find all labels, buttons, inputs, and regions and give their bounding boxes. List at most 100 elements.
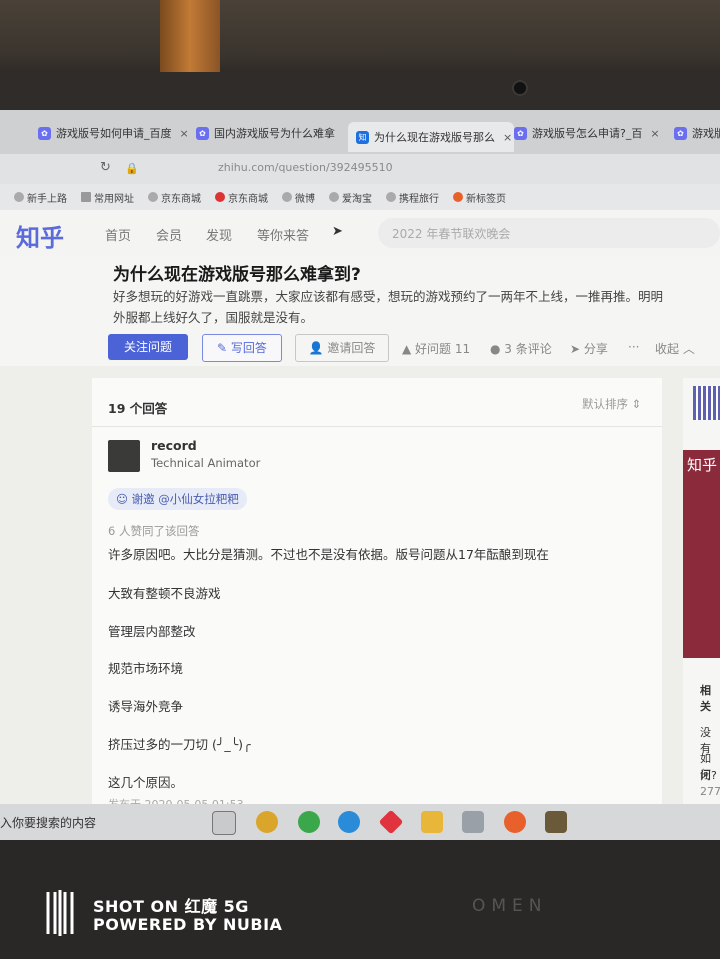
windows-taskbar: 入你要搜索的内容 (0, 804, 720, 840)
bookmark-item[interactable]: 京东商城 (215, 190, 268, 205)
lock-icon: 🔒 (125, 162, 139, 175)
browser-tab[interactable]: ✿ 游戏版号如何申请_百度 × (38, 120, 188, 146)
upvote-count: 6 人赞同了该回答 (108, 524, 200, 538)
bookmark-item[interactable]: 携程旅行 (386, 190, 439, 205)
minecraft-icon[interactable] (545, 811, 567, 833)
globe-icon (329, 192, 339, 202)
qr-code-icon (693, 386, 720, 420)
banner-text: 知乎 (687, 456, 718, 474)
bookmark-label: 携程旅行 (399, 193, 439, 205)
nav-home[interactable]: 首页 (105, 225, 131, 244)
tab-title: 为什么现在游戏版号那么 (374, 131, 495, 144)
browser-tab-active[interactable]: 知 为什么现在游戏版号那么 × (348, 122, 514, 152)
bookmarks-bar: 新手上路 常用网址 京东商城 京东商城 微博 爱淘宝 携程旅行 新标签页 (0, 184, 720, 210)
bookmark-label: 京东商城 (228, 193, 268, 205)
webcam (512, 80, 528, 96)
folder-icon[interactable] (421, 811, 443, 833)
related-question[interactable]: 闭? (700, 767, 717, 783)
sort-dropdown[interactable]: 默认排序 ⇕ (582, 396, 641, 412)
write-answer-label: 写回答 (230, 341, 267, 355)
close-icon[interactable]: × (180, 127, 189, 140)
nav-waiting-answers[interactable]: 等你来答 (257, 225, 309, 244)
search-placeholder: 2022 年春节联欢晚会 (392, 227, 511, 241)
answer-paragraph: 挤压过多的一刀切 (╯_╰)╭ (108, 737, 251, 752)
tab-title: 游戏版号怎么申请?_百 (532, 127, 643, 140)
bookmark-icon (14, 192, 24, 202)
room-background (0, 0, 720, 80)
wooden-post (160, 0, 220, 75)
browser-tab[interactable]: ✿ 国内游戏版号为什么难拿 × (196, 120, 344, 146)
write-answer-button[interactable]: ✎ 写回答 (202, 334, 282, 362)
share-button[interactable]: ➤ 分享 (570, 340, 608, 357)
answer-paragraph: 管理层内部整改 (108, 624, 196, 639)
close-icon[interactable]: × (503, 131, 512, 144)
baidu-icon: ✿ (196, 126, 209, 140)
sort-label: 默认排序 (582, 397, 628, 411)
bookmark-item[interactable]: 新手上路 (14, 190, 67, 205)
edge-icon[interactable] (338, 811, 360, 833)
browser-tab[interactable]: ✿ 游戏版号怎么申请?_百 × (514, 120, 664, 146)
address-url[interactable]: zhihu.com/question/392495510 (218, 161, 393, 174)
avatar[interactable] (108, 440, 140, 472)
bookmark-item[interactable]: 新标签页 (453, 190, 506, 205)
answer-paragraph: 大致有整顿不良游戏 (108, 586, 221, 601)
taskbar-search[interactable]: 入你要搜索的内容 (0, 814, 96, 831)
author-headline: Technical Animator (151, 456, 261, 470)
follow-question-button[interactable]: 关注问题 (108, 334, 188, 360)
collapse-label: 收起 (655, 342, 680, 356)
globe-icon (386, 192, 396, 202)
browser-tab[interactable]: ✿ 游戏版 (674, 120, 720, 146)
question-title: 为什么现在游戏版号那么难拿到? (113, 265, 361, 285)
related-heading: 相关 (700, 684, 711, 713)
robot-icon: ☺ (116, 492, 132, 506)
address-bar[interactable]: ↻ 🔒 zhihu.com/question/392495510 (0, 154, 720, 184)
photos-icon[interactable] (462, 811, 484, 833)
answers-card: 19 个回答 默认排序 ⇕ record Technical Animator … (92, 378, 662, 840)
bookmark-item[interactable]: 常用网址 (81, 190, 134, 205)
search-input[interactable]: 2022 年春节联欢晚会 (378, 218, 720, 248)
browser-360-icon[interactable] (298, 811, 320, 833)
bookmark-item[interactable]: 京东商城 (148, 190, 201, 205)
bookmark-item[interactable]: 微博 (282, 190, 315, 205)
app-diamond-icon[interactable] (378, 809, 404, 835)
nav-vip[interactable]: 会员 (156, 225, 182, 244)
share-label: 分享 (583, 342, 608, 356)
camera-watermark: SHOT ON 红魔 5G (93, 897, 249, 916)
thumbs-up-icon: ▲ (402, 342, 416, 356)
description-line: 外服都上线好久了，国服就是没有。 (113, 310, 314, 325)
baidu-icon: ✿ (674, 126, 687, 140)
comments-button[interactable]: ● 3 条评论 (490, 340, 552, 357)
author-name[interactable]: record (151, 438, 197, 453)
invited-tag-label: 谢邀 @小仙女拉粑粑 (131, 492, 239, 506)
invite-answer-button[interactable]: 👤 邀请回答 (295, 334, 389, 362)
bookmark-item[interactable]: 爱淘宝 (329, 190, 372, 205)
pencil-icon: ✎ (217, 341, 231, 355)
globe-icon (148, 192, 158, 202)
jd-icon (215, 192, 225, 202)
globe-icon (282, 192, 292, 202)
firefox-icon[interactable] (504, 811, 526, 833)
bookmark-label: 新手上路 (27, 193, 67, 205)
comment-icon: ● (490, 342, 505, 356)
laptop-bezel (0, 72, 720, 112)
chevron-up-icon: ︿ (679, 342, 695, 356)
task-view-icon[interactable] (212, 811, 236, 835)
good-question-button[interactable]: ▲ 好问题 11 (402, 340, 470, 357)
sidebar-banner[interactable]: 知乎 (683, 450, 720, 658)
reload-icon[interactable]: ↻ (100, 160, 111, 175)
close-icon[interactable]: × (650, 127, 659, 140)
question-description: 好多想玩的好游戏一直跳票，大家应该都有感受，想玩的游戏预约了一两年不上线，一推再… (113, 286, 683, 328)
zhihu-logo[interactable]: 知乎 (16, 218, 64, 253)
bookmark-label: 常用网址 (94, 193, 134, 205)
answer-count: 19 个回答 (108, 401, 168, 416)
invited-tag: ☺ 谢邀 @小仙女拉粑粑 (108, 488, 247, 510)
more-button[interactable]: ··· (628, 340, 639, 354)
description-line: 好多想玩的好游戏一直跳票，大家应该都有感受，想玩的游戏预约了一两年不上线，一推再… (113, 289, 664, 304)
bookmark-label: 爱淘宝 (342, 193, 372, 205)
nav-discover[interactable]: 发现 (206, 225, 232, 244)
bookmark-label: 京东商城 (161, 193, 201, 205)
shield-icon[interactable] (256, 811, 278, 833)
close-icon[interactable]: × (343, 127, 344, 140)
browser-tab-bar: ✿ 游戏版号如何申请_百度 × ✿ 国内游戏版号为什么难拿 × 知 为什么现在游… (0, 110, 720, 154)
collapse-button[interactable]: 收起 ︿ (655, 340, 695, 357)
